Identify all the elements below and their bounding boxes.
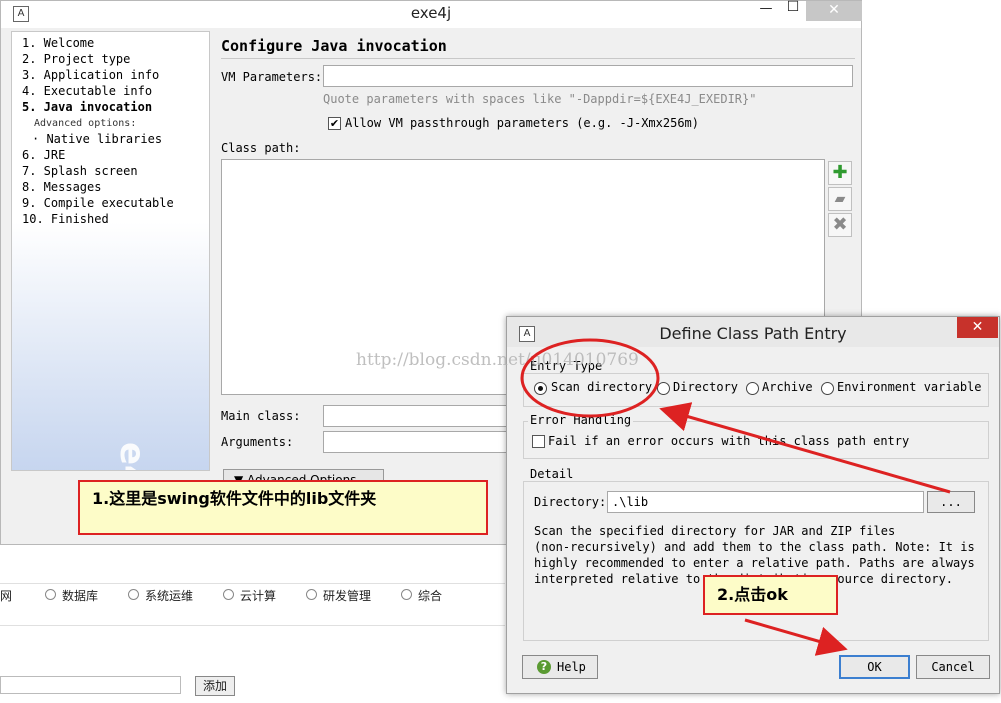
step-java-invocation[interactable]: 5. Java invocation [22, 100, 152, 114]
vm-parameters-hint: Quote parameters with spaces like "-Dapp… [323, 92, 757, 106]
radio-scan-directory[interactable] [534, 382, 547, 395]
add-icon[interactable]: ✚ [828, 161, 852, 185]
browse-button[interactable]: ... [927, 491, 975, 513]
description-line-1: Scan the specified directory for JAR and… [534, 524, 896, 538]
label-environment-variable: Environment variable [837, 380, 982, 394]
checkmark-icon: ✔ [329, 117, 340, 130]
steps-panel: 1. Welcome 2. Project type 3. Applicatio… [11, 31, 210, 471]
category-radio-general[interactable] [401, 589, 412, 600]
page-divider [0, 583, 505, 584]
description-line-3: highly recommended to enter a relative p… [534, 556, 975, 570]
category-label-database: 数据库 [62, 589, 99, 603]
step-application-info[interactable]: 3. Application info [22, 68, 159, 82]
steps-gradient [12, 222, 209, 470]
category-label-general: 综合 [418, 589, 443, 603]
category-label-rd: 研发管理 [323, 589, 372, 603]
arguments-label: Arguments: [221, 435, 294, 449]
classpath-label: Class path: [221, 141, 301, 155]
description-line-2: (non-recursively) and add them to the cl… [534, 540, 975, 554]
close-icon[interactable]: ✕ [806, 1, 862, 21]
step-finished[interactable]: 10. Finished [22, 212, 109, 226]
allow-passthrough-label: Allow VM passthrough parameters (e.g. -J… [345, 116, 700, 130]
minimize-icon[interactable]: — [756, 1, 776, 16]
main-class-label: Main class: [221, 409, 301, 423]
directory-label: Directory: [534, 495, 607, 509]
label-scan-directory: Scan directory [551, 380, 653, 394]
radio-directory[interactable] [657, 382, 670, 395]
category-radio-database[interactable] [45, 589, 56, 600]
add-button[interactable]: 添加 [195, 676, 235, 696]
main-class-input[interactable] [323, 405, 513, 427]
category-radio-rd[interactable] [306, 589, 317, 600]
step-executable-info[interactable]: 4. Executable info [22, 84, 152, 98]
fail-on-error-label: Fail if an error occurs with this class … [548, 434, 910, 448]
radio-archive[interactable] [746, 382, 759, 395]
vm-parameters-label: VM Parameters: [221, 70, 323, 84]
ok-button[interactable]: OK [839, 655, 910, 679]
step-native-libraries[interactable]: · Native libraries [32, 132, 162, 146]
directory-input[interactable]: .\lib [607, 491, 924, 513]
page-divider [0, 625, 505, 626]
vm-parameters-input[interactable] [323, 65, 853, 87]
annotation-callout-click-ok: 2.点击ok [703, 575, 838, 615]
maximize-icon[interactable]: ☐ [783, 0, 803, 15]
radio-environment-variable[interactable] [821, 382, 834, 395]
edit-icon[interactable]: ▰ [828, 187, 852, 211]
delete-icon[interactable]: ✖ [828, 213, 852, 237]
title-separator [221, 58, 855, 59]
category-radio-cloud[interactable] [223, 589, 234, 600]
cancel-button[interactable]: Cancel [916, 655, 990, 679]
label-archive: Archive [762, 380, 813, 394]
advanced-options-heading: Advanced options: [34, 118, 137, 129]
step-messages[interactable]: 8. Messages [22, 180, 101, 194]
step-project-type[interactable]: 2. Project type [22, 52, 130, 66]
dialog-close-icon[interactable]: ✕ [957, 317, 998, 338]
category-partial-label: 网 [0, 589, 13, 603]
tag-input[interactable] [0, 676, 181, 694]
help-button[interactable]: ? Help [522, 655, 598, 679]
help-icon: ? [537, 660, 551, 674]
step-compile-executable[interactable]: 9. Compile executable [22, 196, 174, 210]
page-title: Configure Java invocation [221, 37, 447, 55]
window-title: exe4j [410, 4, 452, 22]
category-label-cloud: 云计算 [240, 589, 277, 603]
allow-passthrough-checkbox[interactable]: ✔ [328, 117, 341, 130]
step-splash-screen[interactable]: 7. Splash screen [22, 164, 138, 178]
category-radio-ops[interactable] [128, 589, 139, 600]
dialog-title: Define Class Path Entry [659, 324, 847, 343]
detail-title: Detail [528, 467, 576, 481]
dialog-titlebar[interactable]: A Define Class Path Entry ✕ [507, 317, 999, 347]
annotation-callout-lib-folder: 1.这里是swing软件文件中的lib文件夹 [78, 480, 488, 535]
main-titlebar[interactable]: A exe4j — ☐ ✕ [1, 0, 862, 28]
step-welcome[interactable]: 1. Welcome [22, 36, 94, 50]
category-label-ops: 系统运维 [145, 589, 194, 603]
step-jre[interactable]: 6. JRE [22, 148, 65, 162]
fail-on-error-checkbox[interactable] [532, 435, 545, 448]
url-watermark: http://blog.csdn.net/u014010769 [356, 350, 639, 370]
arguments-input[interactable] [323, 431, 513, 453]
help-label: Help [557, 660, 586, 674]
sidebar-watermark: e4j [112, 442, 152, 470]
error-handling-title: Error Handling [528, 413, 634, 427]
label-directory: Directory [673, 380, 739, 394]
define-classpath-entry-dialog: A Define Class Path Entry ✕ Entry Type S… [506, 316, 1000, 694]
